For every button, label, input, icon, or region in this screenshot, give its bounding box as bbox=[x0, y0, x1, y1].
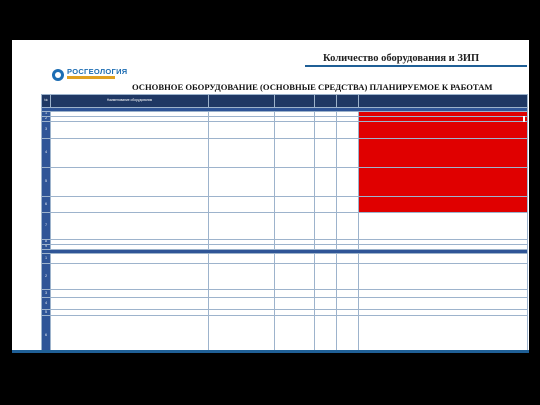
table-header-row: № Наименование оборудования bbox=[41, 94, 528, 108]
edge-marker bbox=[523, 116, 525, 122]
table-row: 5 bbox=[41, 167, 528, 197]
col-header bbox=[208, 94, 275, 108]
footer-rule bbox=[12, 350, 529, 353]
logo-text: РОСГЕОЛОГИЯ bbox=[67, 67, 128, 76]
col-header bbox=[336, 94, 359, 108]
status-flag-cell bbox=[358, 121, 528, 139]
col-header bbox=[274, 94, 315, 108]
header-rule bbox=[305, 65, 527, 67]
table-row: 2 bbox=[41, 263, 528, 290]
table-row: 4 bbox=[41, 138, 528, 168]
table-row: 6 bbox=[41, 196, 528, 213]
col-header: Наименование оборудования bbox=[50, 94, 209, 108]
logo-underline bbox=[67, 76, 115, 79]
equipment-table: № Наименование оборудования 1 2 3 4 5 6 … bbox=[41, 94, 528, 350]
table-row: 7 bbox=[41, 212, 528, 240]
table-row: 3 bbox=[41, 121, 528, 139]
col-header: № bbox=[41, 94, 51, 108]
status-flag-cell bbox=[358, 138, 528, 168]
company-logo: РОСГЕОЛОГИЯ bbox=[52, 68, 142, 82]
col-header bbox=[314, 94, 337, 108]
table-row: 3 bbox=[41, 289, 528, 298]
slide: Количество оборудования и ЗИП РОСГЕОЛОГИ… bbox=[12, 40, 529, 350]
page-title: ОСНОВНОЕ ОБОРУДОВАНИЕ (ОСНОВНЫЕ СРЕДСТВА… bbox=[132, 82, 493, 92]
logo-icon bbox=[52, 69, 64, 81]
table-row: 4 bbox=[41, 297, 528, 310]
status-flag-cell bbox=[358, 196, 528, 213]
slide-header-title: Количество оборудования и ЗИП bbox=[323, 53, 480, 64]
col-header bbox=[358, 94, 528, 108]
status-flag-cell bbox=[358, 167, 528, 197]
table-row: 1 bbox=[41, 253, 528, 264]
table-row: 6 bbox=[41, 315, 528, 350]
